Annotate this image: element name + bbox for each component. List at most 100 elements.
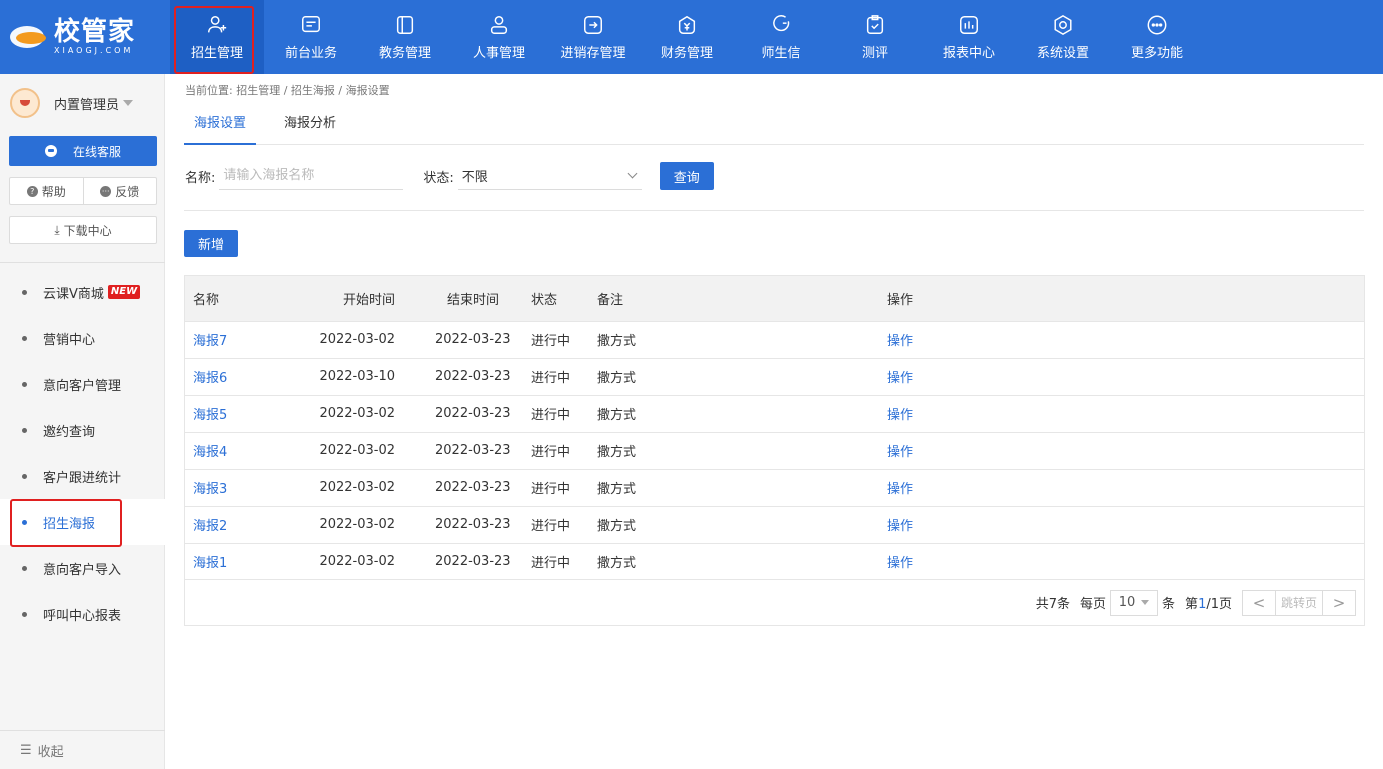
sidebar-item-leads[interactable]: 意向客户管理 [0, 361, 165, 407]
action-link[interactable]: 操作 [887, 395, 1364, 432]
online-service-label: 在线客服 [72, 144, 121, 159]
tab-poster-analysis[interactable]: 海报分析 [274, 106, 346, 145]
start-time-cell: 2022-03-10 [319, 369, 395, 384]
sidebar-item-invitations[interactable]: 邀约查询 [0, 407, 165, 453]
poster-name-link[interactable]: 海报6 [185, 358, 315, 395]
download-center-button[interactable]: ⤓ 下载中心 [9, 216, 157, 244]
add-button[interactable]: 新增 [184, 230, 238, 257]
nav-item-inventory[interactable]: 进销存管理 [546, 0, 640, 74]
status-cell: 进行中 [531, 556, 571, 572]
sidebar-item-followup-stats[interactable]: 客户跟进统计 [0, 453, 165, 499]
sidebar-item-label: 呼叫中心报表 [43, 608, 122, 624]
bullet-icon [22, 335, 27, 341]
pager-total: 共7条 [1035, 597, 1071, 612]
poster-name-link[interactable]: 海报3 [185, 469, 315, 506]
note-cell: 撒方式 [597, 408, 637, 423]
jump-page-input[interactable]: 跳转页 [1275, 590, 1323, 615]
poster-name-link[interactable]: 海报5 [185, 395, 315, 432]
page-size-select[interactable]: 10 [1110, 589, 1159, 616]
sidebar-item-label: 意向客户导入 [43, 562, 122, 578]
poster-name-link[interactable]: 海报2 [185, 506, 315, 543]
sidebar: 内置管理员 在线客服 ? 帮助 ··· 反馈 ⤓ 下载中心 云课V商城 NEW … [0, 74, 165, 769]
pager-per-page-label: 每页 [1080, 597, 1107, 612]
nav-item-hr[interactable]: 人事管理 [452, 0, 546, 74]
sidebar-item-call-center[interactable]: 呼叫中心报表 [0, 591, 165, 637]
feedback-label: 反馈 [115, 184, 140, 199]
start-time-cell: 2022-03-02 [319, 517, 395, 532]
help-feedback-row: ? 帮助 ··· 反馈 [9, 177, 157, 205]
poster-name-link[interactable]: 海报4 [185, 432, 315, 469]
sidebar-item-label: 云课V商城 [43, 286, 104, 302]
action-link[interactable]: 操作 [887, 432, 1364, 469]
nav-label: 财务管理 [660, 45, 713, 61]
action-link[interactable]: 操作 [887, 543, 1364, 580]
end-time-cell: 2022-03-23 [435, 480, 511, 495]
collapse-icon: ☰ [20, 742, 32, 758]
nav-item-finance[interactable]: 财务管理 [640, 0, 734, 74]
chat-icon [773, 14, 790, 31]
end-time-cell: 2022-03-23 [435, 369, 511, 384]
column-header-name[interactable]: 名称 [185, 276, 315, 321]
chevron-left-icon[interactable]: < [1243, 591, 1275, 615]
settings-icon [1054, 14, 1072, 35]
action-link[interactable]: 操作 [887, 506, 1364, 543]
end-time-cell: 2022-03-23 [435, 554, 511, 570]
note-cell: 撒方式 [597, 445, 637, 460]
poster-name-link[interactable]: 海报7 [185, 321, 315, 358]
user-name: 内置管理员 [54, 97, 120, 113]
online-service-button[interactable]: 在线客服 [9, 136, 157, 166]
feedback-button[interactable]: ··· 反馈 [82, 178, 157, 204]
column-header-start-time[interactable]: 开始时间 [315, 276, 415, 321]
nav-item-assessment[interactable]: 测评 [828, 0, 922, 74]
column-header-status[interactable]: 状态 [515, 276, 585, 321]
start-time-cell: 2022-03-02 [319, 480, 395, 495]
yuan-icon [678, 15, 696, 34]
poster-name-link[interactable]: 海报1 [185, 543, 315, 580]
sidebar-item-posters[interactable]: 招生海报 [0, 499, 165, 547]
action-link[interactable]: 操作 [887, 321, 1364, 358]
sidebar-item-lead-import[interactable]: 意向客户导入 [0, 545, 165, 591]
nav-item-front-desk[interactable]: 前台业务 [264, 0, 358, 74]
sidebar-item-mall[interactable]: 云课V商城 NEW [0, 269, 165, 315]
pagination: 共7条 每页 10 条 第1/1页 < 跳转页 > [185, 579, 1364, 625]
action-link[interactable]: 操作 [887, 469, 1364, 506]
nav-item-recruit[interactable]: 招生管理 [170, 0, 264, 74]
nav-item-more[interactable]: 更多功能 [1110, 0, 1204, 74]
divider [0, 262, 165, 263]
status-select[interactable]: 不限 [457, 162, 642, 190]
sidebar-item-label: 邀约查询 [43, 424, 96, 440]
nav-item-reports[interactable]: 报表中心 [922, 0, 1016, 74]
end-time-cell: 2022-03-23 [435, 406, 511, 421]
more-icon [1147, 15, 1167, 34]
collapse-button[interactable]: ☰ 收起 [0, 730, 165, 769]
note-cell: 撒方式 [597, 334, 637, 349]
end-time-cell: 2022-03-23 [435, 443, 511, 458]
column-header-note: 备注 [597, 292, 624, 308]
logo[interactable]: 校管家 XIAOGJ.COM [0, 0, 165, 74]
collapse-label: 收起 [37, 744, 64, 760]
sidebar-item-marketing[interactable]: 营销中心 [0, 315, 165, 361]
divider [184, 210, 1364, 211]
column-header-end-time[interactable]: 结束时间 [415, 276, 515, 321]
note-cell: 撒方式 [597, 371, 637, 386]
chevron-down-icon [627, 168, 638, 179]
name-search-input[interactable] [219, 162, 404, 190]
bullet-icon [22, 381, 27, 387]
nav-item-settings[interactable]: 系统设置 [1016, 0, 1110, 74]
bullet-icon [22, 611, 27, 617]
nav-label: 进销存管理 [560, 45, 626, 61]
action-link[interactable]: 操作 [887, 358, 1364, 395]
query-button[interactable]: 查询 [659, 162, 714, 190]
chevron-right-icon[interactable]: > [1323, 591, 1355, 615]
poster-table: 名称 开始时间 结束时间 状态 备注 操作 海报7 2022-03-02 2022-… [184, 275, 1365, 626]
tab-poster-settings[interactable]: 海报设置 [184, 106, 257, 145]
nav-item-academic[interactable]: 教务管理 [358, 0, 452, 74]
nav-item-messages[interactable]: 师生信 [734, 0, 828, 74]
nav-label: 更多功能 [1130, 45, 1183, 61]
clipboard-check-icon [866, 14, 884, 34]
help-button[interactable]: ? 帮助 [10, 178, 83, 204]
sidebar-item-label: 意向客户管理 [43, 378, 122, 394]
user-menu[interactable]: 内置管理员 [10, 88, 134, 118]
table-row: 海报3 2022-03-02 2022-03-23 进行中 撒方式 操作 [185, 469, 1364, 506]
bullet-icon [22, 519, 27, 525]
